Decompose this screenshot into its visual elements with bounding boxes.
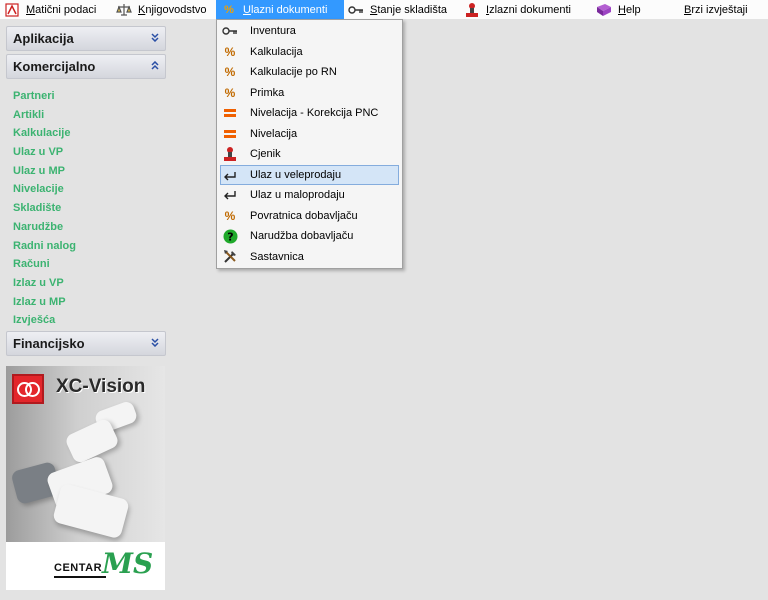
menu-izlazni-dokumenti[interactable]: Izlazni dokumenti: [464, 0, 571, 19]
menu-item-ulaz-u-maloprodaju[interactable]: Ulaz u maloprodaju: [217, 185, 402, 206]
tools-icon: [222, 249, 238, 265]
section-financijsko[interactable]: Financijsko: [6, 331, 166, 356]
company-mark: MS: [102, 547, 154, 580]
product-logo: XC-Vision CENTAR MS: [6, 366, 165, 590]
matrix-icon: [4, 2, 20, 18]
percent-icon: %: [224, 65, 236, 79]
ulazni-dokumenti-dropdown: Inventura % Kalkulacija % Kalkulacije po…: [216, 19, 403, 269]
menu-ulazni-dokumenti[interactable]: % Ulazni dokumenti: [216, 0, 344, 19]
return-arrow-icon: [222, 168, 238, 184]
sidebar-link-radni-nalog[interactable]: Radni nalog: [13, 237, 76, 256]
sidebar-link-artikli[interactable]: Artikli: [13, 106, 76, 125]
sidebar-link-izvjesca[interactable]: Izvješća: [13, 311, 76, 330]
menu-knjigovodstvo[interactable]: Knjigovodstvo: [116, 0, 207, 19]
sidebar-link-ulaz-u-mp[interactable]: Ulaz u MP: [13, 162, 76, 181]
chevron-down-icon[interactable]: [151, 33, 159, 44]
company-prefix: CENTAR: [54, 562, 103, 574]
menu-item-kalkulacija[interactable]: % Kalkulacija: [217, 42, 402, 63]
return-arrow-icon: [222, 187, 238, 203]
sidebar-link-ulaz-u-vp[interactable]: Ulaz u VP: [13, 143, 76, 162]
sidebar-link-nivelacije[interactable]: Nivelacije: [13, 180, 76, 199]
section-title: Aplikacija: [13, 31, 74, 46]
sidebar-link-izlaz-u-mp[interactable]: Izlaz u MP: [13, 293, 76, 312]
sidebar-link-narudzbe[interactable]: Narudžbe: [13, 218, 76, 237]
scales-icon: [116, 2, 132, 18]
section-komercijalno[interactable]: Komercijalno: [6, 54, 166, 79]
menu-item-kalkulacije-po-rn[interactable]: % Kalkulacije po RN: [217, 62, 402, 83]
stamp-icon: [222, 146, 238, 162]
section-aplikacija[interactable]: Aplikacija: [6, 26, 166, 51]
xc-vision-logo-icon: [12, 374, 44, 404]
key-icon: [222, 23, 238, 39]
menu-item-sastavnica[interactable]: Sastavnica: [217, 247, 402, 268]
question-icon: ?: [222, 228, 238, 244]
menu-item-nivelacija[interactable]: Nivelacija: [217, 124, 402, 145]
logo-underline: [54, 576, 106, 578]
menu-help[interactable]: Help: [596, 0, 641, 19]
percent-icon: %: [224, 44, 236, 59]
percent-icon: %: [224, 85, 236, 100]
company-logo: CENTAR MS: [6, 542, 165, 590]
menu-item-primka[interactable]: % Primka: [217, 83, 402, 104]
sidebar-link-racuni[interactable]: Računi: [13, 255, 76, 274]
menu-brzi-izvjestaji[interactable]: Brzi izvještaji: [684, 0, 748, 19]
komercijalno-links: Partneri Artikli Kalkulacije Ulaz u VP U…: [13, 87, 76, 330]
menu-item-povratnica-dobavljacu[interactable]: % Povratnica dobavljaču: [217, 206, 402, 227]
stamp-icon: [464, 2, 480, 18]
key-icon: [348, 2, 364, 18]
menu-item-cjenik[interactable]: Cjenik: [217, 144, 402, 165]
equals-icon: [222, 105, 238, 121]
equals-icon: [222, 126, 238, 142]
menu-stanje-skladista[interactable]: Stanje skladišta: [348, 0, 447, 19]
chevron-up-icon[interactable]: [151, 60, 159, 72]
menu-maticni-podaci[interactable]: Matični podaci: [4, 0, 96, 19]
percent-icon: %: [224, 3, 234, 16]
section-title: Komercijalno: [13, 59, 96, 74]
percent-icon: %: [224, 208, 236, 223]
section-title: Financijsko: [13, 336, 85, 351]
menu-item-inventura[interactable]: Inventura: [217, 21, 402, 42]
sidebar-link-kalkulacije[interactable]: Kalkulacije: [13, 124, 76, 143]
sidebar-link-izlaz-u-vp[interactable]: Izlaz u VP: [13, 274, 76, 293]
menu-item-nivelacija-korekcija-pnc[interactable]: Nivelacija - Korekcija PNC: [217, 103, 402, 124]
menu-item-ulaz-u-veleprodaju[interactable]: Ulaz u veleprodaju: [220, 164, 399, 185]
menu-item-narudzba-dobavljacu[interactable]: ? Narudžba dobavljaču: [217, 226, 402, 247]
book-icon: [596, 2, 612, 18]
sidebar-link-skladiste[interactable]: Skladište: [13, 199, 76, 218]
svg-text:?: ?: [227, 230, 233, 243]
chevron-down-icon[interactable]: [151, 338, 159, 349]
puzzle-piece-icon: [52, 482, 130, 540]
product-name: XC-Vision: [56, 376, 146, 397]
sidebar-link-partneri[interactable]: Partneri: [13, 87, 76, 106]
menubar: Matični podaci Knjigovodstvo % Ulazni do…: [0, 0, 768, 19]
